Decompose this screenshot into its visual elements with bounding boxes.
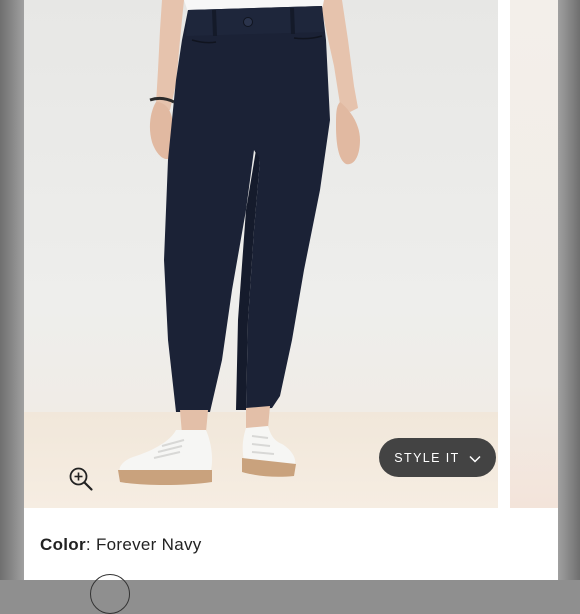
left-sneaker-sole (118, 470, 212, 485)
color-key: Color (40, 535, 86, 554)
chevron-down-icon (469, 448, 481, 467)
product-photo[interactable]: STYLE IT (24, 0, 498, 508)
next-product-photo-peek[interactable] (510, 0, 558, 508)
style-it-label: STYLE IT (394, 450, 460, 465)
color-selection-label: Color: Forever Navy (40, 535, 202, 555)
product-image-gallery[interactable]: STYLE IT (24, 0, 558, 508)
product-card: STYLE IT Color: Forever Navy (24, 0, 558, 614)
waistband (186, 6, 324, 36)
style-it-button[interactable]: STYLE IT (379, 438, 496, 477)
left-sneaker-upper (119, 430, 213, 474)
waist-button (243, 17, 253, 27)
model-illustration (118, 0, 360, 485)
frame-edge-left (0, 0, 24, 580)
color-swatch[interactable] (90, 574, 130, 614)
color-separator: : (85, 535, 96, 554)
zoom-in-icon[interactable] (68, 466, 94, 492)
right-hand (336, 102, 360, 165)
color-value: Forever Navy (95, 535, 202, 554)
frame-edge-right (558, 0, 580, 580)
